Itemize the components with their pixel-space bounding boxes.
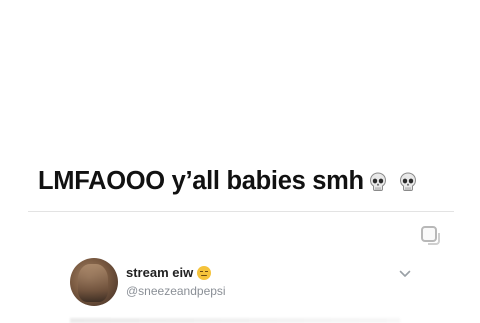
cut-off-tweet-text: [70, 318, 400, 323]
display-name-row: stream eiw: [126, 265, 212, 280]
avatar[interactable]: [70, 258, 118, 306]
copy-square-icon[interactable]: [421, 226, 440, 245]
caption-text: LMFAOOO y’all babies smh: [38, 166, 364, 195]
embedded-tweet[interactable]: stream eiw @sneezeandpepsi: [70, 258, 420, 308]
skull-icon: [399, 172, 417, 192]
smirk-face-icon: [197, 265, 212, 280]
caption-divider: [28, 211, 454, 212]
caption-row: LMFAOOO y’all babies smh: [38, 163, 458, 199]
chevron-down-icon[interactable]: [399, 266, 411, 277]
skull-icon: [369, 172, 387, 192]
display-name[interactable]: stream eiw: [126, 265, 193, 280]
user-handle[interactable]: @sneezeandpepsi: [126, 284, 226, 298]
